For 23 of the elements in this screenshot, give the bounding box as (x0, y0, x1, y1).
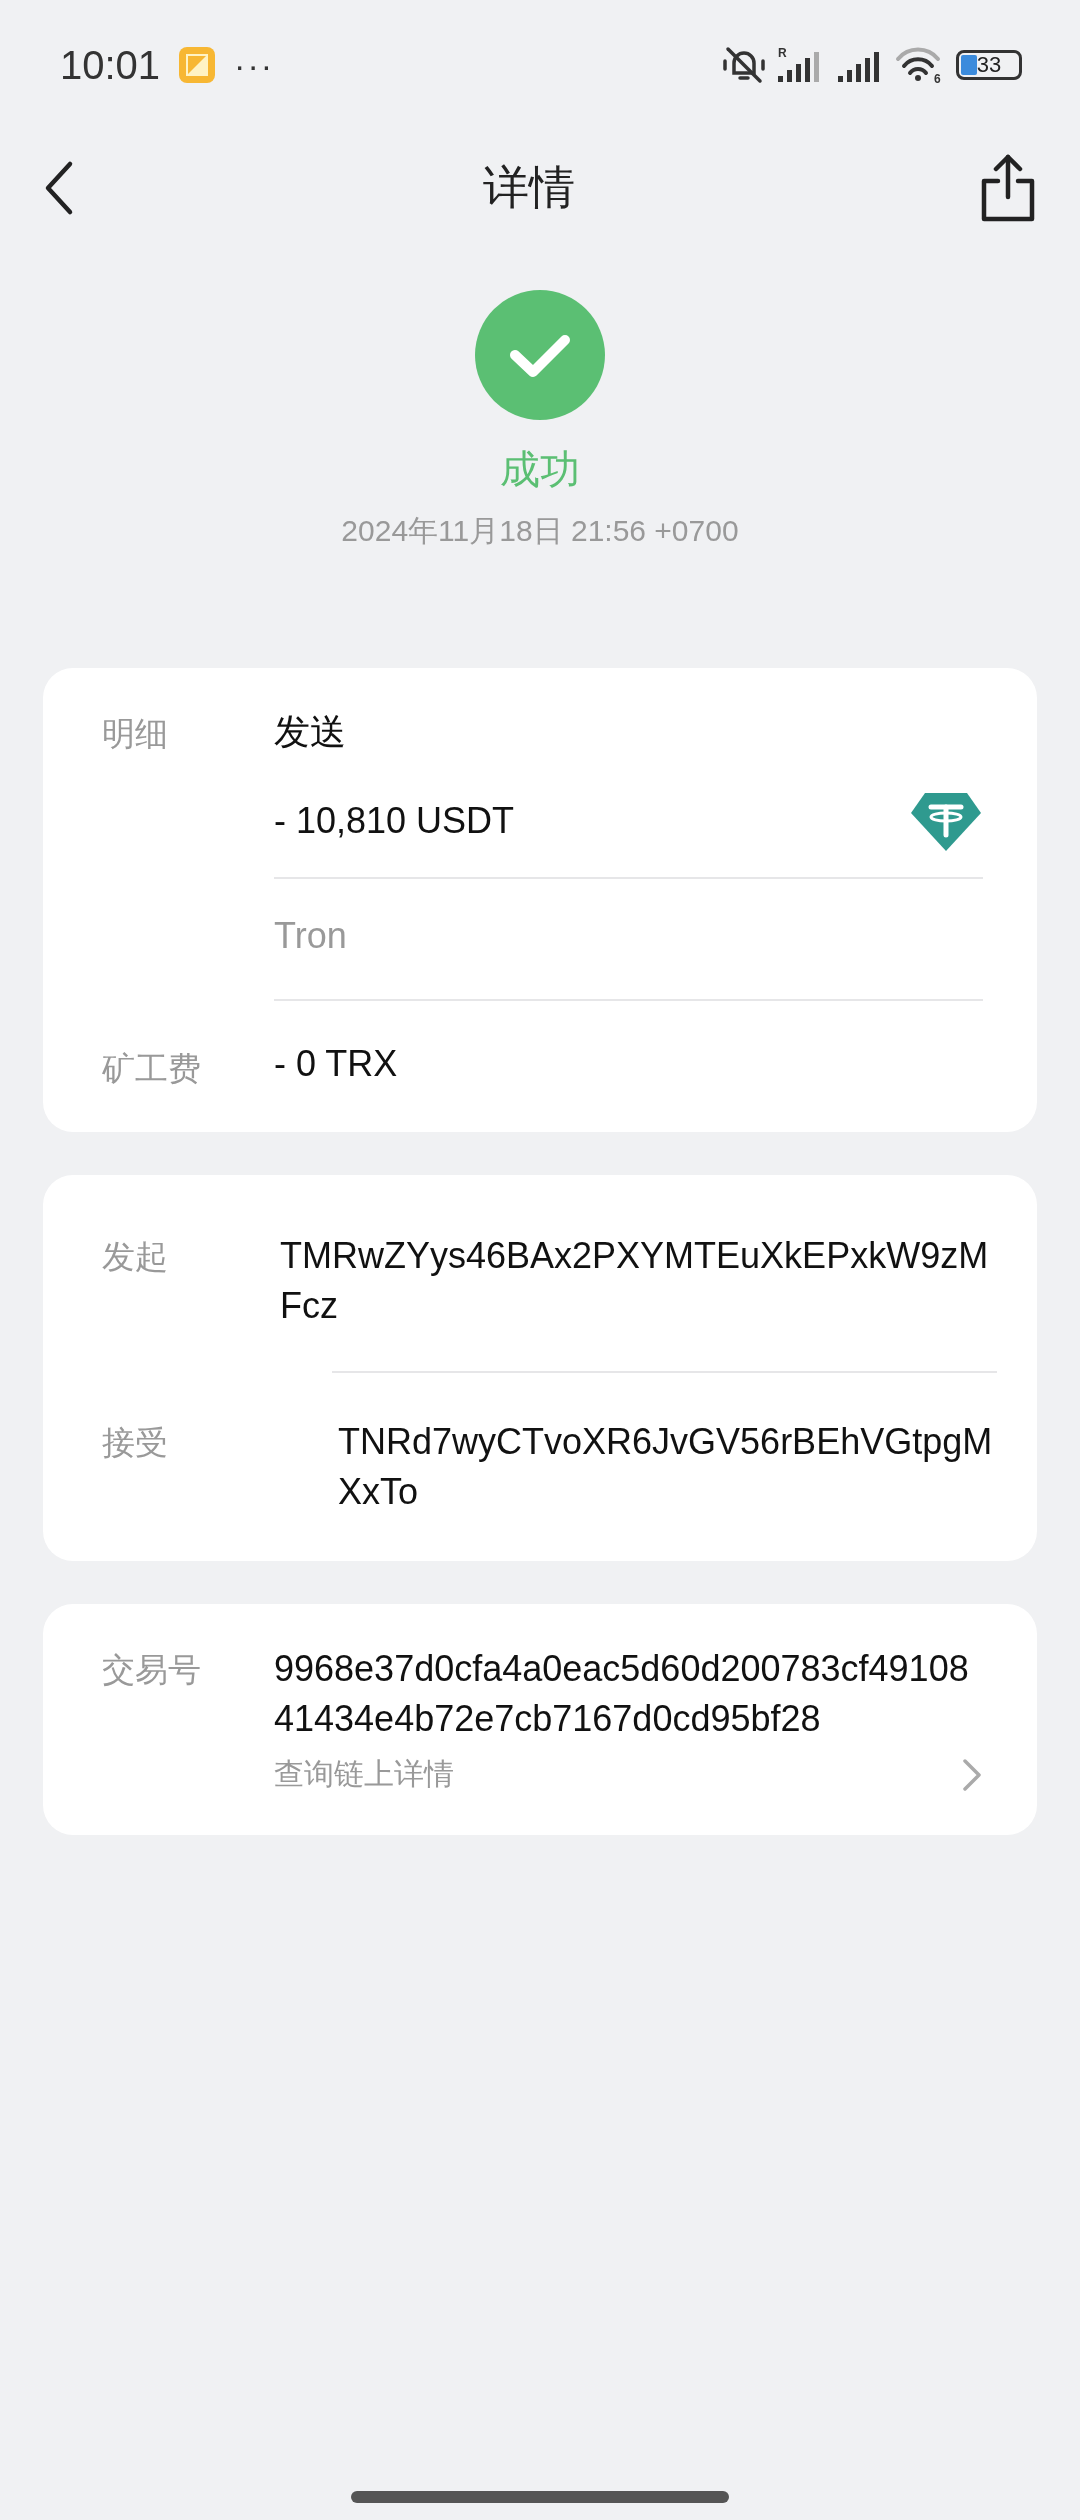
success-check-icon (475, 290, 605, 420)
chevron-right-icon (961, 1756, 983, 1793)
muted-bell-icon (722, 45, 766, 85)
field-label: 矿工费 (102, 1049, 202, 1089)
transaction-time: 2024年11月18日 21:56 +0700 (341, 513, 739, 549)
explorer-link[interactable]: 查询链上详情 (274, 1754, 983, 1795)
field-label: 接受 (102, 1423, 169, 1463)
network-fee: - 0 TRX (274, 1043, 398, 1086)
transfer-direction: 发送 (274, 710, 347, 754)
amount: - 10,810 USDT (274, 800, 515, 842)
field-label: 交易号 (102, 1650, 202, 1690)
transaction-hash: 9968e37d0cfa4a0eac5d60d200783cf4910841434e4b72e7cb7167d0cd95bf28 (274, 1647, 970, 1741)
clock: 10:01 (60, 42, 161, 88)
wallet-address: TNRd7wyCTvoXR6JvGV56rBEhVGtpgMXxTo (337, 1420, 994, 1514)
field-label: 发起 (102, 1237, 169, 1277)
status-label: 成功 (500, 446, 580, 493)
wallet-address: TMRwZYys46BAx2PXYMTEuXkEPxkW9zMFcz (279, 1234, 990, 1328)
field-label: 明细 (102, 714, 169, 754)
notes-app-icon (178, 46, 217, 84)
page-title: 详情 (483, 160, 575, 215)
more-notifications: ··· (234, 45, 275, 85)
battery-level: 33 (976, 52, 1002, 78)
network-name: Tron (274, 879, 983, 1001)
